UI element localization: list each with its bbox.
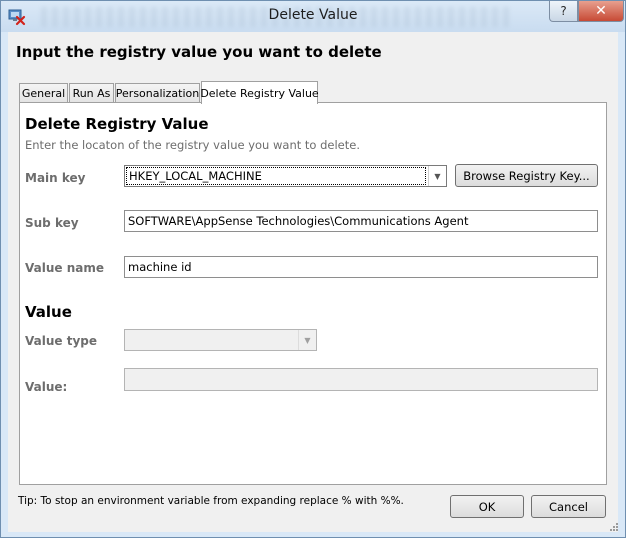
tip-text: Tip: To stop an environment variable fro… bbox=[18, 495, 404, 507]
dialog-heading: Input the registry value you want to del… bbox=[16, 43, 382, 61]
cancel-button[interactable]: Cancel bbox=[531, 495, 606, 518]
chevron-down-icon[interactable]: ▼ bbox=[428, 166, 446, 186]
value-name-label: Value name bbox=[25, 261, 104, 275]
tab-delete-registry-value[interactable]: Delete Registry Value bbox=[200, 81, 319, 104]
title-bar[interactable]: Delete Value ? ✕ bbox=[1, 1, 625, 32]
window-title: Delete Value bbox=[268, 7, 358, 23]
sub-key-label: Sub key bbox=[25, 216, 79, 230]
tab-panel: Delete Registry Value Enter the locaton … bbox=[19, 102, 607, 485]
ok-button[interactable]: OK bbox=[450, 495, 524, 518]
value-label: Value: bbox=[25, 380, 68, 394]
value-type-label: Value type bbox=[25, 334, 97, 348]
main-key-dropdown[interactable]: HKEY_LOCAL_MACHINE ▼ bbox=[124, 165, 447, 187]
help-icon: ? bbox=[560, 4, 567, 18]
close-icon: ✕ bbox=[595, 3, 607, 19]
section-title: Delete Registry Value bbox=[25, 115, 209, 133]
value-type-dropdown[interactable]: ▼ bbox=[124, 329, 317, 351]
resize-grip-icon[interactable] bbox=[608, 520, 618, 531]
value-name-input[interactable]: machine id bbox=[124, 256, 598, 278]
tab-general[interactable]: General bbox=[19, 83, 68, 103]
tab-personalization[interactable]: Personalization bbox=[115, 83, 200, 103]
sub-key-input[interactable]: SOFTWARE\AppSense Technologies\Communica… bbox=[124, 210, 598, 232]
main-key-value: HKEY_LOCAL_MACHINE bbox=[126, 167, 426, 185]
browse-registry-key-button[interactable]: Browse Registry Key... bbox=[455, 164, 598, 187]
help-button[interactable]: ? bbox=[549, 1, 578, 22]
chevron-down-icon[interactable]: ▼ bbox=[298, 330, 316, 350]
main-key-label: Main key bbox=[25, 171, 86, 185]
value-type-value bbox=[126, 331, 296, 349]
tab-run-as[interactable]: Run As bbox=[69, 83, 114, 103]
close-button[interactable]: ✕ bbox=[578, 1, 624, 22]
value-input[interactable] bbox=[124, 368, 598, 391]
dialog-client: Input the registry value you want to del… bbox=[8, 32, 618, 532]
dialog-window: Delete Value ? ✕ Input the registry valu… bbox=[0, 0, 626, 538]
section-description: Enter the locaton of the registry value … bbox=[25, 138, 360, 152]
value-section-title: Value bbox=[25, 303, 72, 321]
